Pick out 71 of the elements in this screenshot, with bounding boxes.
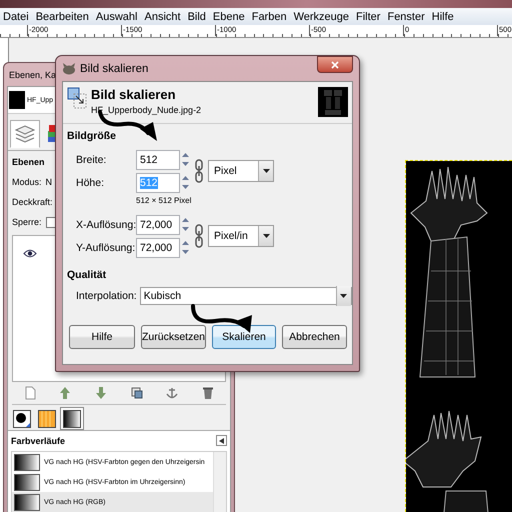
menu-item[interactable]: Werkzeuge [294,10,350,22]
field-label: X-Auflösung: [76,218,136,230]
spin-buttons[interactable] [180,216,190,233]
section-title: Qualität [67,269,108,281]
dock-tab[interactable] [10,407,34,430]
menu-item[interactable]: Farben [252,10,287,22]
dialog-heading: Bild skalieren [91,87,177,102]
chain-icon[interactable] [195,158,203,184]
layers-icon [14,123,36,145]
dialog-button[interactable]: Hilfe [69,325,135,349]
size-summary: 512 × 512 Pixel [136,196,192,205]
page-icon[interactable] [22,386,37,400]
brush-icon [13,410,31,428]
app-icon [62,62,76,74]
menu-item[interactable]: Bearbeiten [36,10,89,22]
panel-menu-button[interactable] [216,435,227,446]
menu-item[interactable]: Ansicht [144,10,181,22]
menu-item[interactable]: Bild [188,10,206,22]
dock-tab[interactable] [35,407,59,430]
caret-icon [262,169,270,173]
interpolation-dropdown[interactable]: Kubisch [140,287,352,305]
close-button[interactable] [317,56,353,73]
dock-tab[interactable] [60,407,84,430]
panel-title: Farbverläufe [11,436,66,446]
trash-icon[interactable] [201,386,216,400]
up-arrow-icon[interactable] [58,386,72,400]
dialog-button[interactable]: Zurücksetzen [141,325,206,349]
gradient-icon [63,410,81,428]
field-label: Breite: [76,154,108,166]
spin-buttons[interactable] [180,174,190,191]
close-icon [331,60,339,68]
scale-icon [67,87,87,109]
mode-value[interactable]: N [46,177,52,187]
field-label: Modus: [12,177,42,187]
anchor-icon[interactable] [165,386,180,400]
pattern-icon [38,410,56,428]
chain-icon[interactable] [195,223,203,249]
spin-buttons[interactable] [180,151,190,168]
panel-title: Ebenen [12,156,45,169]
field-label: Höhe: [76,176,106,188]
caret-icon [219,438,224,444]
unit-dropdown[interactable]: Pixel/in [208,225,274,247]
image-name: HF_Upperbody_Nude.jpg-2 [91,105,202,115]
dialog-button[interactable]: Skalieren [212,325,276,349]
image-thumbnail [9,91,25,109]
checkbox[interactable] [46,216,57,228]
field-label: Y-Auflösung: [76,242,136,254]
menu-item[interactable]: Filter [356,10,380,22]
field-label: Interpolation: [76,290,137,302]
menu-item[interactable]: Auswahl [96,10,138,22]
menu-item[interactable]: Datei [3,10,29,22]
spin-buttons[interactable] [180,239,190,256]
section-title: Bildgröße [67,130,117,142]
caret-icon [340,294,348,298]
menu-item[interactable]: Ebene [212,10,245,22]
down-arrow-icon[interactable] [94,386,108,400]
menu-item[interactable]: Hilfe [432,10,454,22]
dialog-button[interactable]: Abbrechen [282,325,347,349]
field-label: Deckkraft: [12,197,53,207]
field-label: Sperre: [12,217,42,227]
input-field[interactable]: 72,000 [136,214,180,234]
scrollbar[interactable] [213,452,226,512]
input-field[interactable]: 512 [136,150,180,170]
input-field[interactable]: 72,000 [136,238,180,258]
eye-icon[interactable] [23,248,37,258]
unit-dropdown[interactable]: Pixel [208,160,274,182]
caret-icon [262,234,270,238]
menu-item[interactable]: Fenster [387,10,425,22]
window-title: Bild skalieren [80,62,150,74]
annotation-arrow [191,304,252,333]
copy-icon[interactable] [130,386,144,400]
